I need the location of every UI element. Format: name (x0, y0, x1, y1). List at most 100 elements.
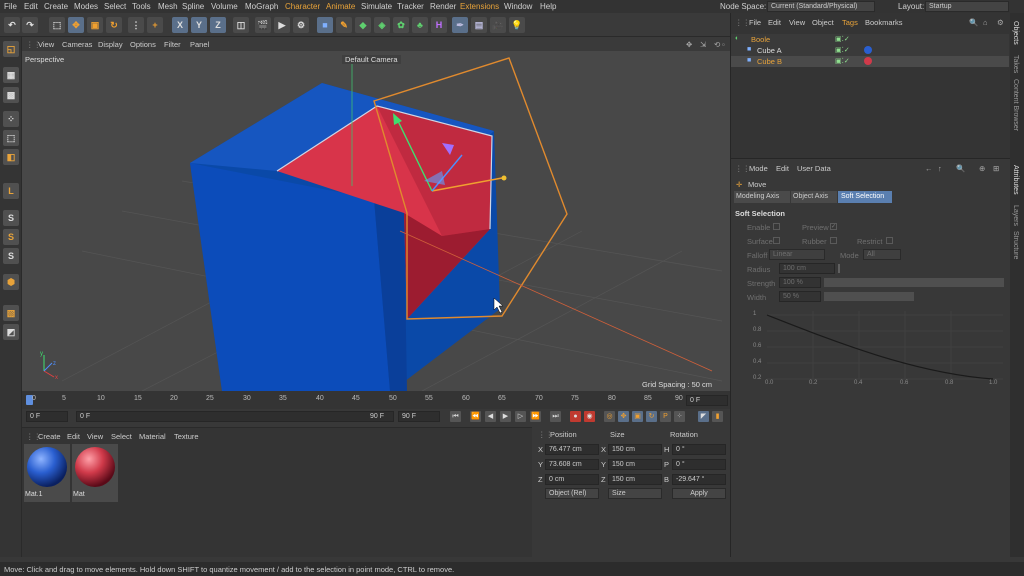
subdivision-icon[interactable]: ◆ (355, 17, 371, 33)
side-tab-layers[interactable]: Layers (1012, 205, 1019, 226)
size-z-field[interactable]: 150 cm (608, 474, 662, 485)
timeline-menu-icon[interactable]: ▮ (712, 411, 723, 422)
world-coordinate-icon[interactable]: ◫ (233, 17, 249, 33)
attribute-menu-userdata[interactable]: User Data (797, 164, 831, 173)
menu-help[interactable]: Help (540, 2, 556, 11)
width-slider[interactable] (824, 292, 914, 301)
viewport-zoom-icon[interactable]: ⇲ (700, 40, 706, 49)
next-frame-icon[interactable]: ▷ (515, 411, 526, 422)
coordinate-system-icon[interactable]: + (147, 17, 163, 33)
menu-tools[interactable]: Tools (132, 2, 151, 11)
polygons-mode-icon[interactable]: ◧ (3, 149, 19, 165)
object-row-cube-b[interactable]: ■ Cube B ▣⁚✓ (731, 56, 1009, 67)
viewport-pan-icon[interactable]: ✥ (686, 40, 692, 49)
falloff-dropdown[interactable]: Linear (769, 249, 825, 260)
menu-window[interactable]: Window (504, 2, 532, 11)
axis-mode-icon[interactable]: L (3, 183, 19, 199)
radius-slider[interactable] (838, 264, 840, 273)
side-tab-content-browser[interactable]: Content Browser (1012, 79, 1019, 131)
autokeying-icon[interactable]: ◉ (584, 411, 595, 422)
parameter-key-icon[interactable]: P (660, 411, 671, 422)
new-attribute-view-icon[interactable]: ⊞ (993, 164, 999, 173)
undo-icon[interactable]: ↶ (4, 17, 20, 33)
live-selection-icon[interactable]: ⬚ (49, 17, 65, 33)
rotation-b-field[interactable]: -29.647 ° (672, 474, 726, 485)
scale-key-icon[interactable]: ▣ (632, 411, 643, 422)
object-menu-bookmarks[interactable]: Bookmarks (865, 18, 903, 27)
material-menu-material[interactable]: Material (139, 432, 166, 441)
camera-icon[interactable]: 🎥 (490, 17, 506, 33)
edges-mode-icon[interactable]: ⬚ (3, 130, 19, 146)
apply-button[interactable]: Apply (672, 488, 726, 499)
render-settings-icon[interactable]: ⚙ (293, 17, 309, 33)
rotation-key-icon[interactable]: ↻ (646, 411, 657, 422)
material-slot-mat1[interactable]: Mat.1 (24, 444, 70, 502)
previous-key-icon[interactable]: ⏪ (470, 411, 481, 422)
make-editable-icon[interactable]: ◱ (3, 41, 19, 57)
rotation-p-field[interactable]: 0 ° (672, 459, 726, 470)
falloff-graph[interactable]: 1 0.8 0.6 0.4 0.2 0.0 0.2 0.4 0.6 0.8 1.… (753, 307, 1005, 387)
object-filter-icon[interactable]: ⌂ (983, 18, 988, 27)
tab-modeling-axis[interactable]: Modeling Axis (734, 191, 790, 203)
interpolation-icon[interactable]: ◤ (698, 411, 709, 422)
menu-edit[interactable]: Edit (24, 2, 38, 11)
z-axis-lock[interactable]: Z (210, 17, 226, 33)
object-menu-file[interactable]: File (749, 18, 761, 27)
viewport-rotate-icon[interactable]: ⟲ (714, 40, 720, 49)
object-search-icon[interactable]: 🔍 (969, 18, 978, 27)
rotate-tool-icon[interactable]: ↻ (106, 17, 122, 33)
recent-tools-icon[interactable]: ⋮ (128, 17, 144, 33)
attribute-menu-mode[interactable]: Mode (749, 164, 768, 173)
object-menu-tags[interactable]: Tags (842, 18, 858, 27)
strength-field[interactable]: 100 % (779, 277, 821, 288)
material-menu-create[interactable]: Create (38, 432, 61, 441)
radius-field[interactable]: 100 cm (779, 263, 835, 274)
viewport-menu-options[interactable]: Options (130, 40, 156, 49)
snap-settings-icon[interactable]: S (3, 229, 19, 245)
position-key-icon[interactable]: ✥ (618, 411, 629, 422)
menu-tracker[interactable]: Tracker (397, 2, 424, 11)
object-menu-view[interactable]: View (789, 18, 805, 27)
record-keys-icon[interactable]: ● (570, 411, 581, 422)
material-menu-select[interactable]: Select (111, 432, 132, 441)
scale-tool-icon[interactable]: ▣ (87, 17, 103, 33)
visibility-toggle-icon[interactable]: ▣⁚✓ (835, 46, 850, 54)
pen-icon[interactable]: ✎ (336, 17, 352, 33)
object-row-boole[interactable]: ◐ Boole ▣⁚✓ (731, 34, 1009, 45)
viewport-menu-cameras[interactable]: Cameras (62, 40, 92, 49)
rubber-checkbox[interactable] (830, 237, 837, 244)
strength-slider[interactable] (824, 278, 1004, 287)
enable-checkbox[interactable] (773, 223, 780, 230)
3d-viewport[interactable]: y z x Perspective Default Camera Grid Sp… (22, 51, 730, 391)
menu-select[interactable]: Select (104, 2, 126, 11)
floor-icon[interactable]: ▤ (471, 17, 487, 33)
material-menu-texture[interactable]: Texture (174, 432, 199, 441)
light-icon[interactable]: 💡 (509, 17, 525, 33)
y-axis-lock[interactable]: Y (191, 17, 207, 33)
render-view-icon[interactable]: 🎬 (255, 17, 271, 33)
tab-object-axis[interactable]: Object Axis (791, 191, 837, 203)
material-menu-edit[interactable]: Edit (67, 432, 80, 441)
visibility-toggle-icon[interactable]: ▣⁚✓ (835, 57, 850, 65)
viewport-camera-label[interactable]: Default Camera (342, 55, 401, 64)
side-tab-objects[interactable]: Objects (1012, 21, 1019, 45)
menu-extensions[interactable]: Extensions (460, 2, 499, 11)
current-frame-field[interactable]: 0 F (686, 395, 728, 406)
timeline-ruler[interactable]: 0 5 10 15 20 25 30 35 40 45 50 55 60 65 … (22, 391, 730, 409)
menu-create[interactable]: Create (44, 2, 68, 11)
redo-icon[interactable]: ↷ (22, 17, 38, 33)
coordinate-mode-dropdown[interactable]: Object (Rel) (545, 488, 599, 499)
next-key-icon[interactable]: ⏩ (530, 411, 541, 422)
material-tag-icon[interactable] (864, 57, 872, 65)
size-y-field[interactable]: 150 cm (608, 459, 662, 470)
menu-character[interactable]: Character (285, 2, 320, 11)
object-settings-icon[interactable]: ⚙ (997, 18, 1004, 27)
deformer-icon[interactable]: ✿ (393, 17, 409, 33)
texture-mode-icon[interactable]: ▩ (3, 87, 19, 103)
material-menu-view[interactable]: View (87, 432, 103, 441)
object-row-cube-a[interactable]: ■ Cube A ▣⁚✓ (731, 45, 1009, 56)
cube-icon[interactable]: ■ (317, 17, 333, 33)
start-frame-field[interactable]: 0 F (26, 411, 68, 422)
viewport-menu-filter[interactable]: Filter (164, 40, 181, 49)
solo-icon[interactable]: ◩ (3, 324, 19, 340)
